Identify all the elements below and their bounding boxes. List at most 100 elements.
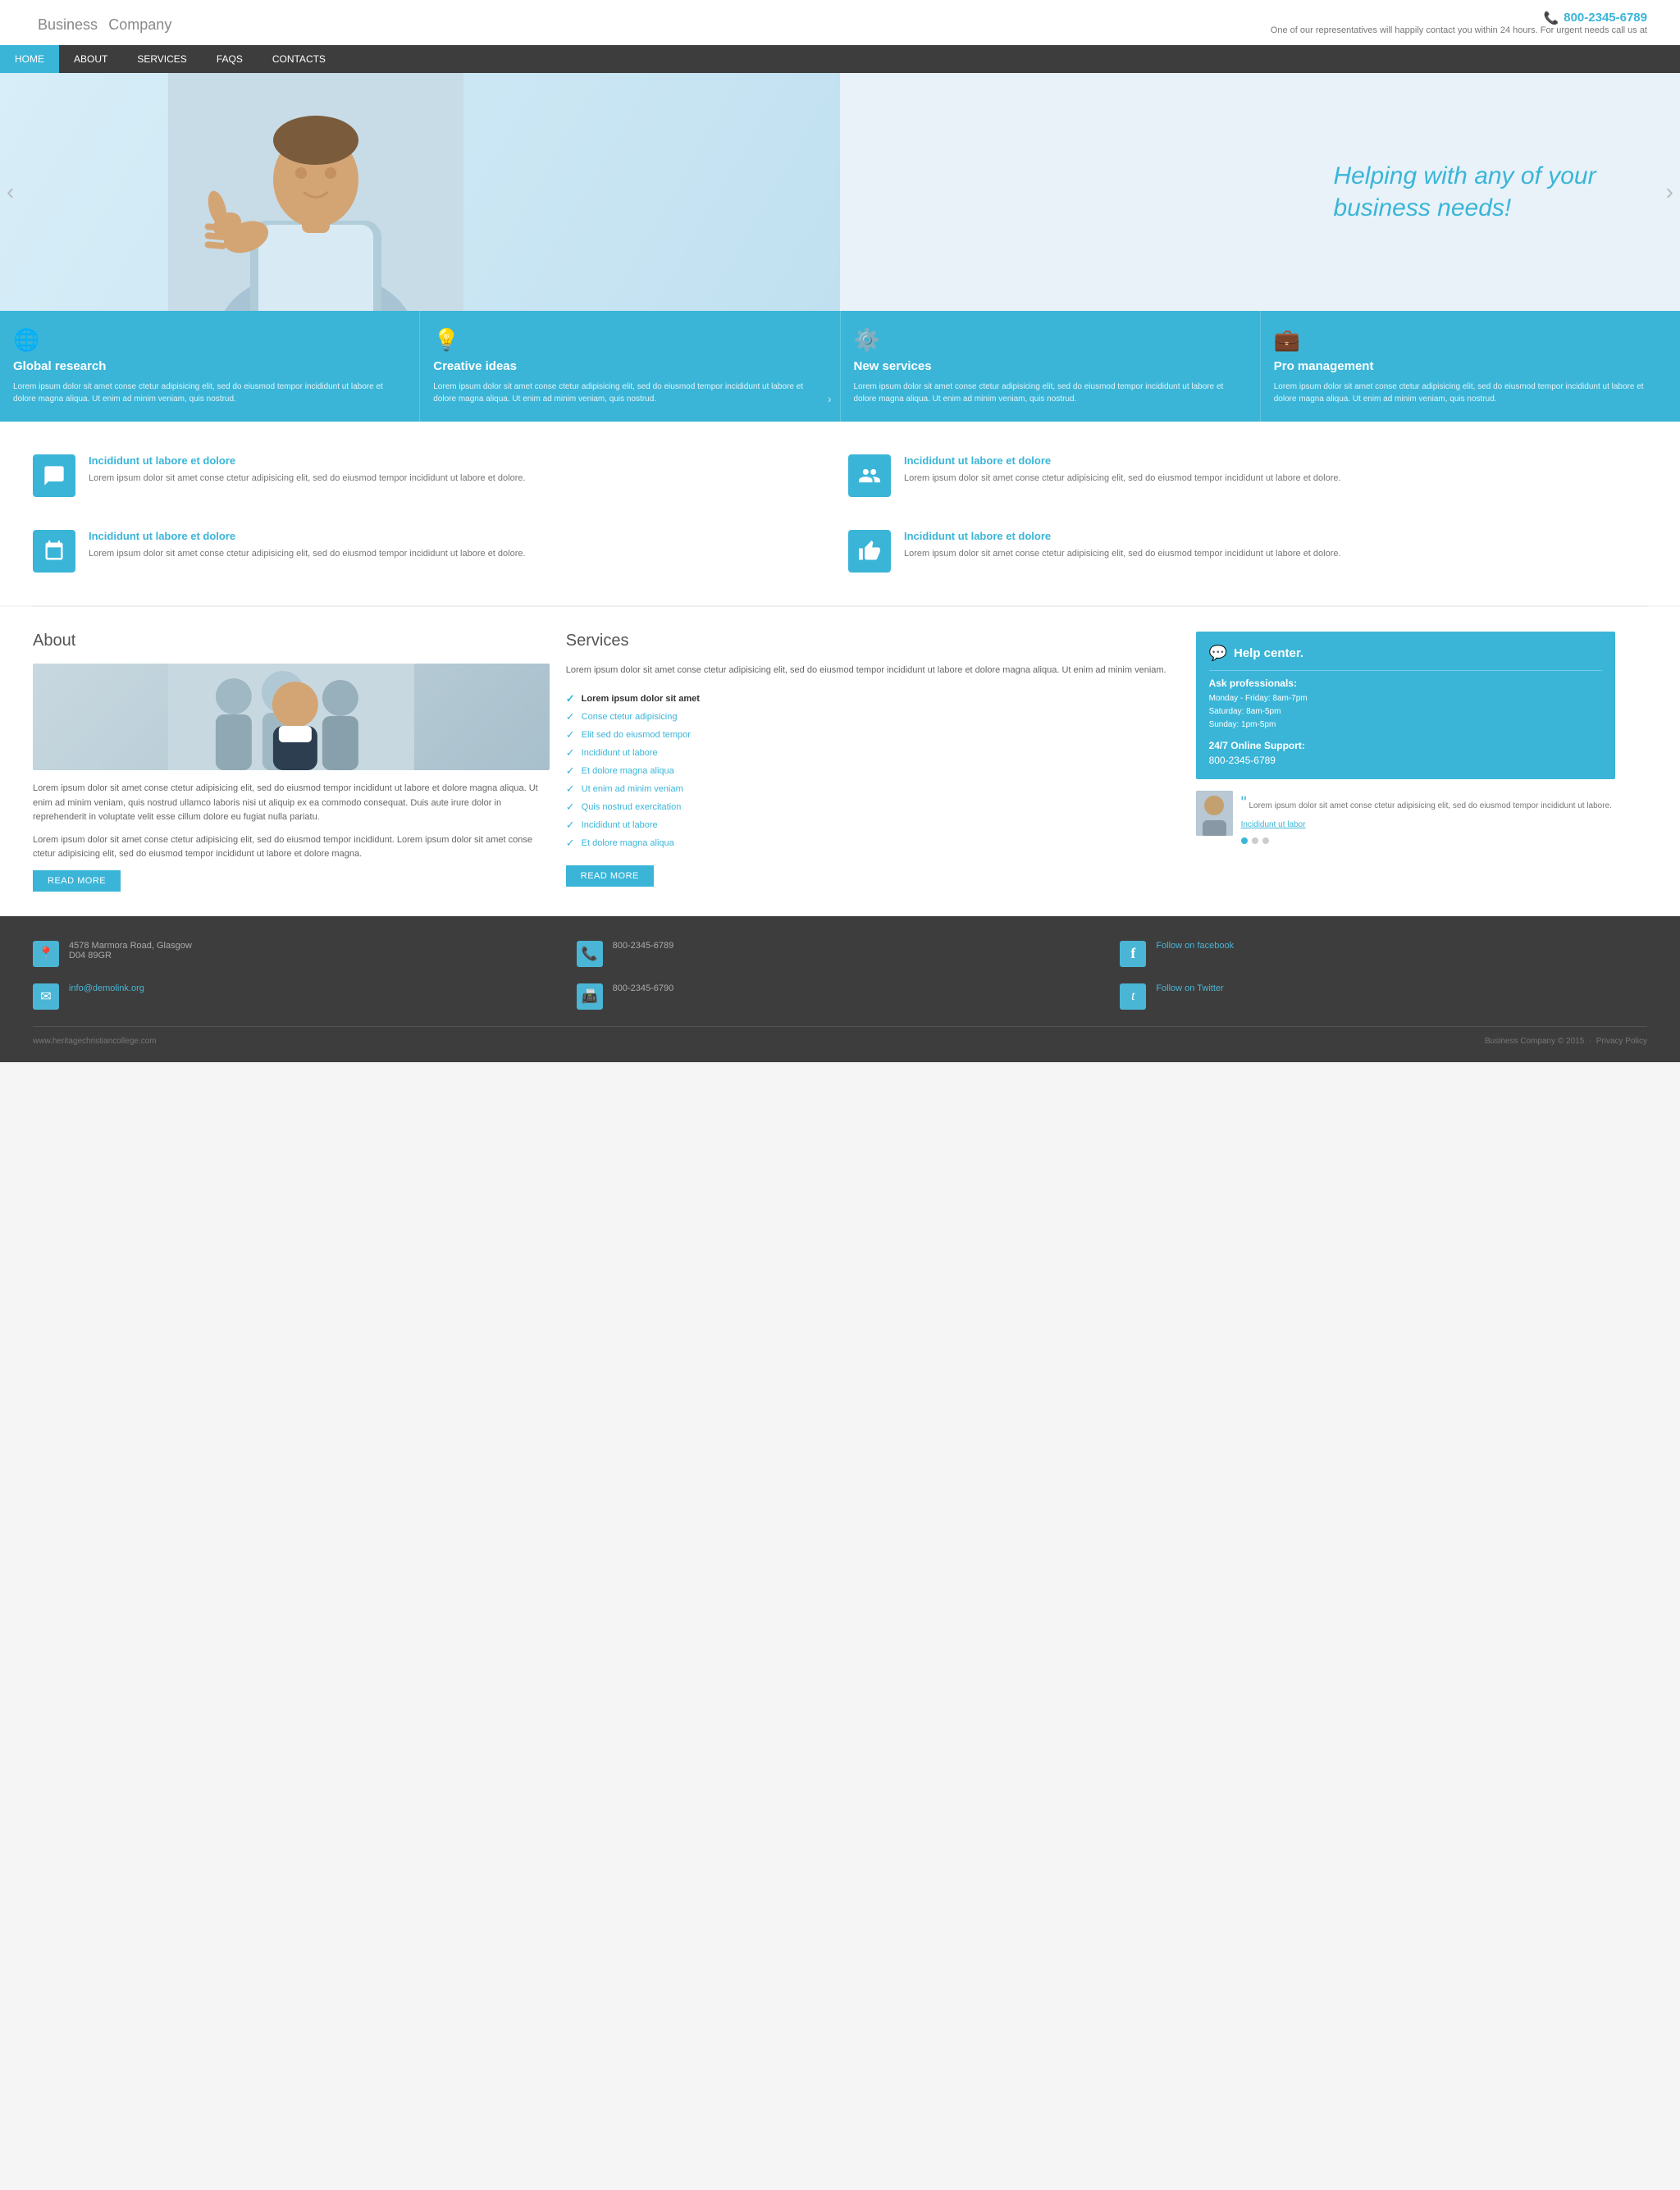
feature-text-3: Lorem ipsum dolor sit amet conse ctetur … [854, 381, 1247, 405]
feature-global-research: 🌐 Global research Lorem ipsum dolor sit … [0, 311, 420, 422]
about-text-1: Lorem ipsum dolor sit amet conse ctetur … [33, 782, 550, 825]
avatar-svg [1196, 791, 1233, 836]
nav-services[interactable]: SERVICES [122, 45, 201, 73]
thumb-icon-box [848, 530, 891, 573]
services-column: Services Lorem ipsum dolor sit amet cons… [566, 632, 1180, 892]
logo: Business Company [33, 10, 171, 35]
dot-2 [1252, 837, 1258, 844]
nav-faqs[interactable]: FAQS [202, 45, 258, 73]
service-card-content-2: Incididunt ut labore et dolore Lorem ips… [904, 454, 1341, 486]
footer-address: 📍 4578 Marmora Road, GlasgowD04 89GR [33, 941, 560, 967]
main-content-section: About Lorem ipsum dolor sit amet cons [0, 607, 1680, 916]
footer-phone1-text: 800-2345-6789 [613, 941, 674, 951]
check-icon-4: ✓ [566, 746, 575, 760]
service-card-chat: Incididunt ut labore et dolore Lorem ips… [33, 446, 832, 505]
privacy-link[interactable]: Privacy Policy [1596, 1037, 1647, 1046]
service-card-title-2: Incididunt ut labore et dolore [904, 454, 1341, 467]
service-card-content-1: Incididunt ut labore et dolore Lorem ips… [89, 454, 526, 486]
service-list-item-9: ✓ Et dolore magna aliqua [566, 834, 1180, 852]
services-title: Services [566, 632, 1180, 650]
logo-bold: Business [38, 16, 98, 33]
help-box: 💬 Help center. Ask professionals: Monday… [1196, 632, 1616, 779]
chat-svg [43, 464, 66, 487]
people-svg [858, 464, 881, 487]
about-img-svg [33, 664, 550, 770]
service-item-label-1: Lorem ipsum dolor sit amet [582, 694, 700, 704]
help-column: 💬 Help center. Ask professionals: Monday… [1196, 632, 1616, 892]
service-item-label-9: Et dolore magna aliqua [582, 838, 674, 848]
person-svg [168, 73, 463, 311]
check-icon-5: ✓ [566, 764, 575, 778]
footer-bottom: www.heritagechristiancollege.com Busines… [33, 1026, 1647, 1046]
footer-address-text: 4578 Marmora Road, GlasgowD04 89GR [69, 941, 192, 960]
feature-text-4: Lorem ipsum dolor sit amet conse ctetur … [1274, 381, 1667, 405]
feature-text-2: Lorem ipsum dolor sit amet conse ctetur … [433, 381, 826, 405]
service-list-item-1: ✓ Lorem ipsum dolor sit amet [566, 690, 1180, 708]
service-item-label-2: Conse ctetur adipisicing [582, 712, 678, 722]
calendar-svg [43, 540, 66, 563]
hero-heading: Helping with any of your business needs! [1333, 160, 1596, 224]
testimonial-text: Lorem ipsum dolor sit amet conse ctetur … [1249, 801, 1611, 810]
service-card-text-2: Lorem ipsum dolor sit amet conse ctetur … [904, 472, 1341, 486]
site-footer: 📍 4578 Marmora Road, GlasgowD04 89GR 📞 8… [0, 916, 1680, 1062]
testimonial-link[interactable]: Incididunt ut labor [1241, 819, 1612, 831]
footer-facebook: f Follow on facebook [1120, 941, 1647, 967]
feature-pro-management: 💼 Pro management Lorem ipsum dolor sit a… [1261, 311, 1680, 422]
feature-text-1: Lorem ipsum dolor sit amet conse ctetur … [13, 381, 406, 405]
feature-new-services: ⚙️ New services Lorem ipsum dolor sit am… [841, 311, 1261, 422]
services-intro: Lorem ipsum dolor sit amet conse ctetur … [566, 664, 1180, 678]
main-nav: HOME ABOUT SERVICES FAQS CONTACTS [0, 45, 1680, 73]
nav-contacts[interactable]: CONTACTS [258, 45, 340, 73]
nav-about[interactable]: ABOUT [59, 45, 122, 73]
service-list-item-6: ✓ Ut enim ad minim veniam [566, 780, 1180, 798]
footer-twitter-link[interactable]: Follow on Twitter [1156, 983, 1223, 993]
email-icon: ✉ [33, 983, 59, 1010]
calendar-icon-box [33, 530, 75, 573]
service-item-label-4: Incididunt ut labore [582, 748, 658, 758]
phone-icon: 📞 [1544, 11, 1559, 25]
hero-prev-arrow[interactable]: ‹ [7, 179, 14, 205]
check-icon-3: ✓ [566, 728, 575, 741]
footer-facebook-link[interactable]: Follow on facebook [1156, 941, 1234, 951]
help-phone: 800-2345-6789 [1209, 755, 1603, 766]
service-item-label-3: Elit sed do eiusmod tempor [582, 730, 691, 740]
service-list-item-3: ✓ Elit sed do eiusmod tempor [566, 726, 1180, 744]
testimonial: " Lorem ipsum dolor sit amet conse ctetu… [1196, 791, 1616, 844]
service-card-text-3: Lorem ipsum dolor sit amet conse ctetur … [89, 547, 526, 561]
logo-light: Company [108, 16, 171, 33]
feature-creative-ideas: 💡 Creative ideas Lorem ipsum dolor sit a… [420, 311, 840, 422]
service-item-label-5: Et dolore magna aliqua [582, 766, 674, 776]
service-card-text-4: Lorem ipsum dolor sit amet conse ctetur … [904, 547, 1341, 561]
gear-icon: ⚙️ [854, 327, 1247, 353]
service-list-item-5: ✓ Et dolore magna aliqua [566, 762, 1180, 780]
globe-icon: 🌐 [13, 327, 406, 353]
service-card-people: Incididunt ut labore et dolore Lorem ips… [848, 446, 1647, 505]
footer-email-link[interactable]: info@demolink.org [69, 983, 144, 993]
check-icon-9: ✓ [566, 837, 575, 850]
check-icon-1: ✓ [566, 692, 575, 705]
chat-icon-box [33, 454, 75, 497]
help-support-title: 24/7 Online Support: [1209, 740, 1603, 751]
service-card-calendar: Incididunt ut labore et dolore Lorem ips… [33, 522, 832, 581]
phone-subtext: One of our representatives will happily … [1271, 25, 1647, 35]
check-icon-6: ✓ [566, 782, 575, 796]
site-header: Business Company 📞 800-2345-6789 One of … [0, 0, 1680, 45]
briefcase-icon: 💼 [1274, 327, 1667, 353]
service-card-thumb: Incididunt ut labore et dolore Lorem ips… [848, 522, 1647, 581]
check-icon-8: ✓ [566, 819, 575, 832]
feature-title-3: New services [854, 359, 1247, 374]
check-icon-7: ✓ [566, 801, 575, 814]
footer-grid: 📍 4578 Marmora Road, GlasgowD04 89GR 📞 8… [33, 941, 1647, 1010]
footer-copyright: Business Company © 2015 · Privacy Policy [1485, 1037, 1647, 1046]
services-read-more-button[interactable]: READ MORE [566, 865, 654, 887]
service-item-label-8: Incididunt ut labore [582, 820, 658, 830]
lightbulb-icon: 💡 [433, 327, 826, 353]
twitter-icon: t [1120, 983, 1146, 1010]
about-read-more-button[interactable]: READ MORE [33, 870, 121, 892]
testimonial-avatar [1196, 791, 1233, 836]
help-divider [1209, 670, 1603, 671]
feature-title-4: Pro management [1274, 359, 1667, 374]
footer-twitter: t Follow on Twitter [1120, 983, 1647, 1010]
nav-home[interactable]: HOME [0, 45, 59, 73]
hero-next-arrow[interactable]: › [1666, 179, 1673, 205]
